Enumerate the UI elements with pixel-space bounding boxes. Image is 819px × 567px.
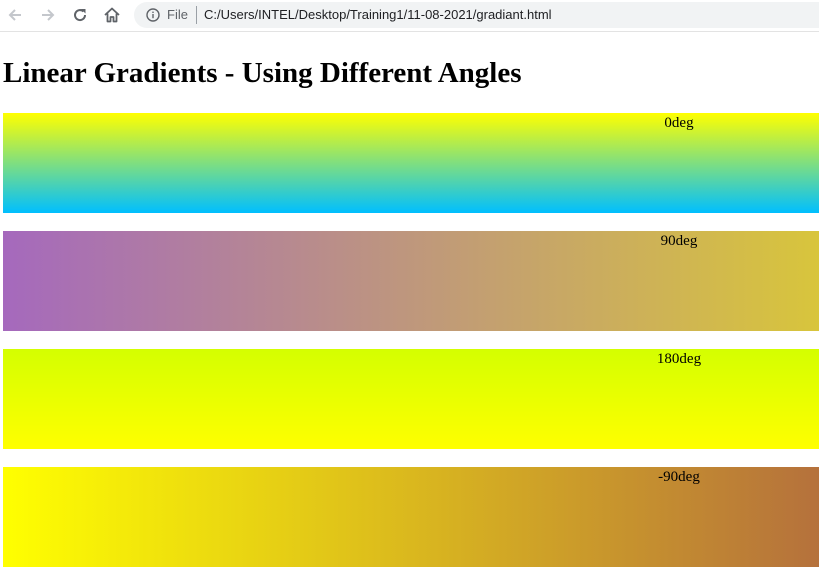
forward-arrow-icon [42, 9, 55, 21]
url-scheme: File [167, 7, 188, 22]
gradient-box-0deg: 0deg [3, 113, 819, 213]
reload-icon [74, 9, 87, 22]
address-divider [196, 6, 197, 24]
browser-toolbar: File C:/Users/INTEL/Desktop/Training1/11… [0, 0, 819, 32]
info-icon[interactable] [146, 8, 160, 22]
forward-button[interactable] [36, 4, 60, 26]
reload-button[interactable] [68, 4, 92, 26]
page-content: Linear Gradients - Using Different Angle… [0, 33, 819, 567]
home-button[interactable] [100, 4, 124, 26]
gradient-box-180deg: 180deg [3, 349, 819, 449]
gradient-label: 180deg [656, 351, 702, 367]
gradient-label: -90deg [658, 469, 700, 485]
back-button[interactable] [3, 4, 27, 26]
gradient-label: 0deg [664, 115, 694, 131]
gradient-box-90deg: 90deg [3, 231, 819, 331]
gradient-label: 90deg [660, 233, 698, 249]
url-text[interactable]: C:/Users/INTEL/Desktop/Training1/11-08-2… [204, 7, 552, 23]
home-icon [104, 7, 120, 23]
address-bar[interactable]: File C:/Users/INTEL/Desktop/Training1/11… [134, 2, 819, 28]
page-heading: Linear Gradients - Using Different Angle… [3, 57, 522, 89]
gradient-box-minus90deg: -90deg [3, 467, 819, 567]
back-arrow-icon [8, 9, 21, 21]
